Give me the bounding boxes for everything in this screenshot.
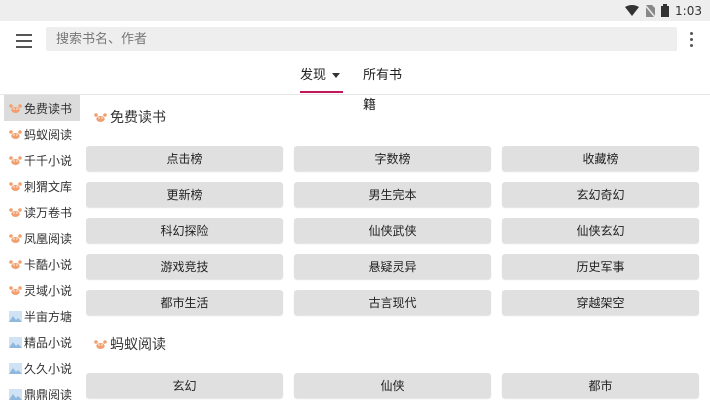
wifi-icon [625, 5, 640, 16]
section-title-label: 蚂蚁阅读 [110, 337, 166, 353]
crab-icon [9, 129, 22, 139]
sidebar-item-label: 灵域小说 [24, 283, 73, 298]
tab-all-books[interactable]: 所有书籍 [363, 61, 413, 113]
category-button[interactable]: 穿越架空 [502, 290, 699, 315]
crab-icon [94, 339, 107, 349]
app-bar [0, 21, 710, 61]
sidebar-item-label: 蚂蚁阅读 [24, 127, 73, 142]
section-title: 蚂蚁阅读 [94, 332, 166, 356]
status-bar: 1:03 [0, 0, 710, 21]
no-sim-icon [645, 4, 656, 17]
category-button[interactable]: 科幻探险 [86, 218, 283, 243]
sidebar-item[interactable]: 凤凰阅读 [4, 225, 80, 251]
sidebar-item[interactable]: 千千小说 [4, 147, 80, 173]
category-button[interactable]: 玄幻奇幻 [502, 182, 699, 207]
sidebar-item-label: 鼎鼎阅读 [24, 387, 73, 400]
category-button[interactable]: 古言现代 [294, 290, 491, 315]
menu-icon[interactable] [12, 30, 36, 52]
sidebar-item[interactable]: 刺猬文库 [4, 173, 80, 199]
status-time: 1:03 [675, 3, 702, 18]
sidebar-item-label: 久久小说 [24, 361, 73, 376]
sidebar-item[interactable]: 蚂蚁阅读 [4, 121, 80, 147]
tab-discover-label: 发现 [300, 68, 327, 83]
source-sidebar: 免费读书蚂蚁阅读千千小说刺猬文库读万卷书凤凰阅读卡酷小说灵域小说半亩方塘精品小说… [4, 95, 80, 400]
category-button[interactable]: 仙侠武侠 [294, 218, 491, 243]
crab-icon [9, 233, 22, 243]
tab-discover[interactable]: 发现 [300, 61, 343, 93]
category-button[interactable]: 玄幻 [86, 373, 283, 398]
crab-icon [9, 259, 22, 269]
sidebar-item[interactable]: 读万卷书 [4, 199, 80, 225]
category-button[interactable]: 更新榜 [86, 182, 283, 207]
sidebar-item-label: 千千小说 [24, 153, 73, 168]
category-button[interactable]: 游戏竞技 [86, 254, 283, 279]
sidebar-item[interactable]: 鼎鼎阅读 [4, 381, 80, 400]
battery-icon [661, 4, 670, 17]
crab-icon [9, 285, 22, 295]
category-button[interactable]: 都市生活 [86, 290, 283, 315]
sidebar-item[interactable]: 免费读书 [4, 95, 80, 121]
sidebar-item[interactable]: 久久小说 [4, 355, 80, 381]
sidebar-item[interactable]: 灵域小说 [4, 277, 80, 303]
section-title-label: 免费读书 [110, 110, 166, 126]
sidebar-item-label: 免费读书 [24, 101, 73, 116]
caret-down-icon [332, 73, 341, 78]
sidebar-item[interactable]: 半亩方塘 [4, 303, 80, 329]
sidebar-item-label: 卡酷小说 [24, 257, 73, 272]
discover-content: 免费读书 点击榜 字数榜 收藏榜 更新榜 男生完本 玄幻奇幻 科幻探险 仙侠武侠 仙侠玄幻 游戏竞技… [86, 95, 710, 400]
image-icon [9, 388, 22, 400]
sidebar-item-label: 刺猬文库 [24, 179, 73, 194]
crab-icon [9, 207, 22, 217]
image-icon [9, 310, 22, 322]
tab-bar: 发现 所有书籍 [0, 61, 710, 113]
sidebar-item-label: 半亩方塘 [24, 309, 73, 324]
sidebar-item[interactable]: 精品小说 [4, 329, 80, 355]
crab-icon [9, 103, 22, 113]
image-icon [9, 336, 22, 348]
image-icon [9, 362, 22, 374]
search-input[interactable] [46, 27, 677, 51]
crab-icon [94, 112, 107, 122]
category-button[interactable]: 收藏榜 [502, 146, 699, 171]
category-button[interactable]: 点击榜 [86, 146, 283, 171]
category-button[interactable]: 男生完本 [294, 182, 491, 207]
more-options-icon[interactable] [686, 32, 696, 50]
crab-icon [9, 155, 22, 165]
category-button[interactable]: 仙侠 [294, 373, 491, 398]
category-button[interactable]: 都市 [502, 373, 699, 398]
sidebar-item[interactable]: 卡酷小说 [4, 251, 80, 277]
section-title: 免费读书 [94, 105, 166, 129]
category-button[interactable]: 历史军事 [502, 254, 699, 279]
sidebar-item-label: 凤凰阅读 [24, 231, 73, 246]
category-button[interactable]: 仙侠玄幻 [502, 218, 699, 243]
sidebar-item-label: 精品小说 [24, 335, 73, 350]
category-button[interactable]: 悬疑灵异 [294, 254, 491, 279]
category-button[interactable]: 字数榜 [294, 146, 491, 171]
sidebar-item-label: 读万卷书 [24, 205, 73, 220]
crab-icon [9, 181, 22, 191]
